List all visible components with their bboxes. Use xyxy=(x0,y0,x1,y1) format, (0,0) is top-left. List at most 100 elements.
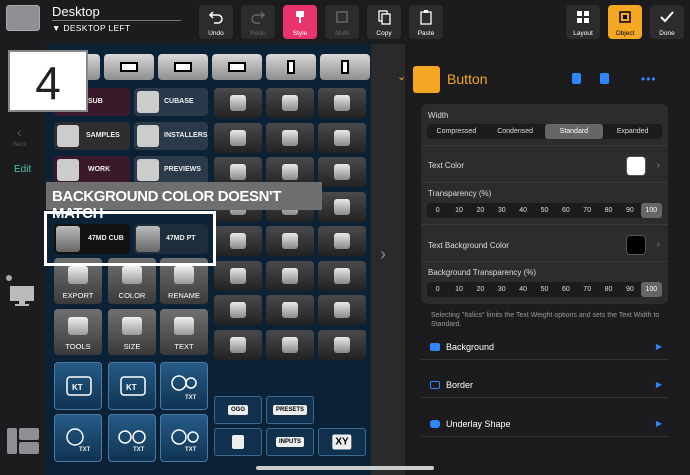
window-button-4[interactable] xyxy=(212,54,262,80)
segment-option[interactable]: 80 xyxy=(598,282,619,297)
redo-button[interactable]: Redo xyxy=(241,5,275,39)
app-icon-button[interactable] xyxy=(318,122,366,153)
app-icon-button[interactable] xyxy=(318,88,366,118)
info-icon[interactable] xyxy=(572,73,581,84)
segment-option[interactable]: 40 xyxy=(512,282,533,297)
app-icon-button[interactable] xyxy=(318,295,366,325)
app-icon-button[interactable] xyxy=(214,122,262,153)
segment-option[interactable]: Compressed xyxy=(427,124,486,139)
chevron-right-icon[interactable]: › xyxy=(380,244,386,265)
more-options-icon[interactable]: ••• xyxy=(641,72,657,86)
folder-button-samples[interactable]: SAMPLES xyxy=(54,122,130,150)
segment-option[interactable]: 10 xyxy=(448,282,469,297)
paste-button[interactable]: Paste xyxy=(409,5,443,39)
window-button-6[interactable] xyxy=(320,54,370,80)
monitor-icon[interactable] xyxy=(9,285,35,306)
app-icon-button[interactable] xyxy=(214,295,262,325)
back-chevron-icon[interactable]: ‹ xyxy=(17,124,22,140)
txt-route-button-3[interactable]: TXT xyxy=(108,414,156,462)
text-tool-button[interactable]: TEXT xyxy=(160,309,208,355)
grid-layout-icon[interactable] xyxy=(6,426,40,456)
app-icon-button[interactable] xyxy=(214,226,262,256)
xy-button[interactable]: XY xyxy=(318,428,366,456)
copy-button[interactable]: Copy xyxy=(367,5,401,39)
segment-option[interactable]: 100 xyxy=(640,203,662,218)
app-icon-button[interactable] xyxy=(214,260,262,291)
app-icon-button[interactable] xyxy=(266,260,314,291)
presets-button[interactable]: PRESETS xyxy=(266,396,314,424)
desktop-thumbnail-icon[interactable] xyxy=(6,5,40,31)
segment-option[interactable]: 70 xyxy=(577,282,598,297)
app-icon-button[interactable] xyxy=(266,122,314,153)
layout-button[interactable]: Layout xyxy=(566,5,600,39)
object-button[interactable]: Object xyxy=(608,5,642,39)
text-bg-color-swatch[interactable] xyxy=(626,235,646,255)
segment-option[interactable]: 50 xyxy=(534,282,555,297)
app-icon-button[interactable] xyxy=(318,191,366,222)
object-name[interactable]: Button xyxy=(447,71,487,87)
text-color-swatch[interactable] xyxy=(626,156,646,176)
segment-option[interactable]: 60 xyxy=(555,203,576,218)
segment-option[interactable]: 10 xyxy=(448,203,469,218)
ogg-button[interactable]: OGG xyxy=(214,396,262,424)
back-label[interactable]: Back xyxy=(13,142,26,148)
folder-button-installers[interactable]: INSTALLERS xyxy=(134,122,208,150)
window-button-2[interactable] xyxy=(104,54,154,80)
segment-option[interactable]: 0 xyxy=(427,282,448,297)
segment-option[interactable]: Condensed xyxy=(486,124,545,139)
segment-option[interactable]: 40 xyxy=(512,203,533,218)
segment-option[interactable]: Expanded xyxy=(603,124,662,139)
tools-button[interactable]: TOOLS xyxy=(54,309,102,355)
kt-camera-button-2[interactable]: KT xyxy=(108,362,156,410)
lock-icon[interactable] xyxy=(600,73,609,84)
done-button[interactable]: Done xyxy=(650,5,684,39)
transparency-segmented-control[interactable]: 0 10 20 30 40 50 60 70 80 90 100 xyxy=(427,203,662,218)
app-icon-button[interactable] xyxy=(266,329,314,360)
txt-route-button-4[interactable]: TXT xyxy=(160,414,208,462)
window-button-5[interactable] xyxy=(266,54,316,80)
segment-option[interactable]: 60 xyxy=(555,282,576,297)
txt-route-button-2[interactable]: TXT xyxy=(54,414,102,462)
segment-option[interactable]: 30 xyxy=(491,282,512,297)
app-icon-button[interactable] xyxy=(318,226,366,256)
chevron-right-icon[interactable]: › xyxy=(657,239,660,250)
segment-option[interactable]: Standard xyxy=(544,124,604,139)
app-icon-button[interactable] xyxy=(214,329,262,360)
collapse-chevron-icon[interactable]: ⌄ xyxy=(397,70,406,83)
size-tool-button[interactable]: SIZE xyxy=(108,309,156,355)
undo-button[interactable]: Undo xyxy=(199,5,233,39)
border-nav-row[interactable]: Border ▶ xyxy=(421,374,668,398)
app-icon-button[interactable] xyxy=(266,295,314,325)
segment-option[interactable]: 20 xyxy=(470,282,491,297)
segment-option[interactable]: 90 xyxy=(619,282,640,297)
app-icon-button[interactable] xyxy=(266,226,314,256)
txt-route-button-1[interactable]: TXT xyxy=(160,362,208,410)
segment-option[interactable]: 50 xyxy=(534,203,555,218)
underlay-shape-nav-row[interactable]: Underlay Shape ▶ xyxy=(421,413,668,437)
folder-button-work[interactable]: WORK xyxy=(54,156,130,184)
app-icon-button[interactable] xyxy=(318,157,366,187)
app-icon-button[interactable] xyxy=(318,329,366,360)
segment-option[interactable]: 0 xyxy=(427,203,448,218)
multi-button[interactable]: Multi xyxy=(325,5,359,39)
width-segmented-control[interactable]: Compressed Condensed Standard Expanded xyxy=(427,124,662,139)
app-icon-button[interactable] xyxy=(214,88,262,118)
bg-transparency-segmented-control[interactable]: 0 10 20 30 40 50 60 70 80 90 100 xyxy=(427,282,662,297)
segment-option[interactable]: 100 xyxy=(640,282,662,297)
segment-option[interactable]: 30 xyxy=(491,203,512,218)
window-button-3[interactable] xyxy=(158,54,208,80)
app-icon-button[interactable] xyxy=(318,260,366,291)
folder-button-previews[interactable]: PREVIEWS xyxy=(134,156,208,184)
folder-button-cubase[interactable]: CUBASE xyxy=(134,88,208,116)
segment-option[interactable]: 80 xyxy=(598,203,619,218)
segment-option[interactable]: 90 xyxy=(619,203,640,218)
segment-option[interactable]: 70 xyxy=(577,203,598,218)
app-icon-button[interactable] xyxy=(266,88,314,118)
page-subtitle[interactable]: ▼ DESKTOP LEFT xyxy=(52,23,130,33)
edit-button[interactable]: Edit xyxy=(14,164,31,175)
kt-camera-button-1[interactable]: KT xyxy=(54,362,102,410)
segment-option[interactable]: 20 xyxy=(470,203,491,218)
inputs-button[interactable]: INPUTS xyxy=(266,428,314,456)
mic-button[interactable] xyxy=(214,428,262,456)
chevron-right-icon[interactable]: › xyxy=(657,160,660,171)
